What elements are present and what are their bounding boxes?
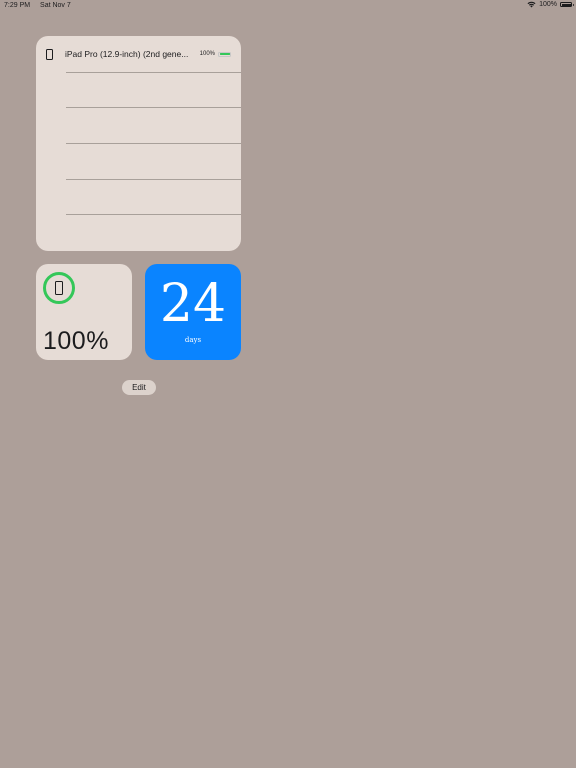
row-divider — [66, 107, 241, 108]
status-time: 7:29 PM — [4, 2, 31, 9]
countdown-unit: days — [184, 336, 202, 344]
battery-widget[interactable]: 100% — [36, 264, 132, 360]
edit-button[interactable]: Edit — [122, 380, 156, 395]
row-divider — [66, 72, 241, 73]
battery-ring — [43, 272, 75, 304]
wifi-icon — [527, 1, 536, 8]
countdown-widget[interactable]: 24 days — [145, 264, 241, 360]
countdown-number: 24 — [159, 274, 227, 334]
status-bar: 7:29 PM Sat Nov 7 100% — [0, 0, 576, 12]
ipad-icon — [46, 48, 53, 60]
status-date: Sat Nov 7 — [40, 2, 71, 9]
row-divider — [66, 179, 241, 180]
battery-icon — [218, 51, 231, 57]
battery-level-fill — [219, 53, 230, 55]
ipad-icon — [55, 281, 63, 295]
device-name: iPad Pro (12.9-inch) (2nd gene... — [65, 49, 189, 59]
batteries-widget[interactable]: iPad Pro (12.9-inch) (2nd gene... 100% — [36, 36, 241, 251]
device-battery-percent: 100% — [199, 51, 215, 57]
battery-fill — [561, 3, 571, 6]
status-right: 100% — [527, 1, 574, 8]
status-left: 7:29 PM Sat Nov 7 — [4, 2, 79, 9]
status-battery-text: 100% — [539, 1, 557, 8]
row-divider — [66, 214, 241, 215]
battery-icon — [560, 2, 574, 7]
battery-percent: 100% — [43, 327, 109, 355]
device-row: iPad Pro (12.9-inch) (2nd gene... 100% — [46, 46, 231, 62]
row-divider — [66, 143, 241, 144]
